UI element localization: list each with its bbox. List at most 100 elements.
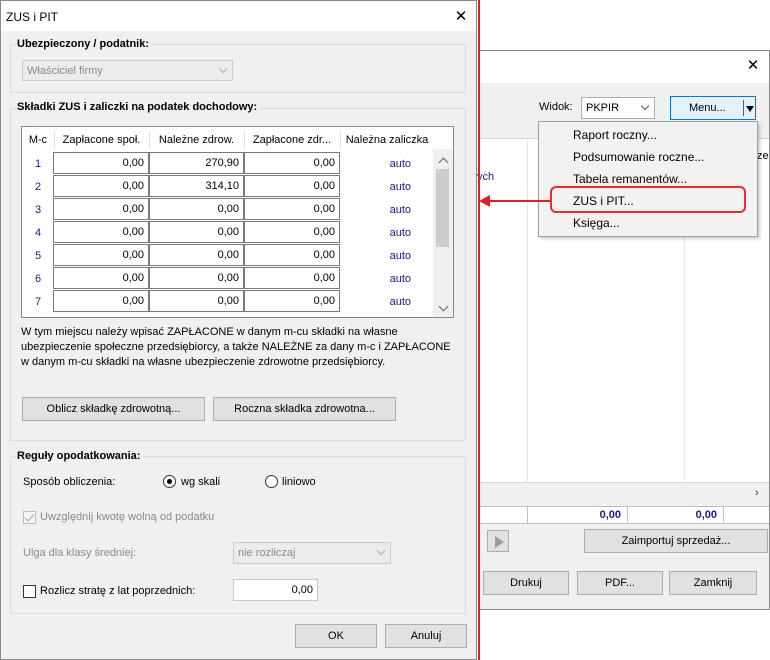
paid-social-cell[interactable]: 0,00	[53, 152, 149, 174]
import-sales-button[interactable]: Zaimportuj sprzedaż...	[584, 529, 768, 553]
row-month: 7	[34, 296, 42, 308]
background-window-titlebar	[479, 51, 769, 83]
paid-health-cell[interactable]: 0,00	[244, 198, 340, 220]
info-line: W tym miejscu należy wpisać ZAPŁACONE w …	[21, 326, 398, 338]
dialog-close-icon[interactable]: ✕	[449, 6, 473, 28]
due-health-cell[interactable]: 0,00	[149, 198, 244, 220]
paid-social-cell[interactable]: 0,00	[53, 198, 149, 220]
paid-social-cell[interactable]: 0,00	[53, 290, 149, 312]
relief-select: nie rozliczaj	[233, 542, 391, 564]
free-amount-checkbox	[23, 511, 36, 524]
insured-group-title: Ubezpieczony / podatnik:	[17, 38, 153, 50]
column-header-due-health: Należne zdrow.	[158, 134, 235, 146]
dropdown-arrow-icon[interactable]	[746, 106, 754, 112]
advance-cell[interactable]: auto	[331, 181, 411, 193]
ledger-column-line	[527, 138, 528, 483]
paid-social-cell[interactable]: 0,00	[53, 175, 149, 197]
print-button[interactable]: Drukuj	[483, 571, 569, 595]
advance-cell[interactable]: auto	[331, 273, 411, 285]
due-health-cell[interactable]: 0,00	[149, 221, 244, 243]
relief-label: Ulga dla klasy średniej:	[23, 547, 137, 559]
sums-separator	[723, 507, 724, 523]
paid-health-cell[interactable]: 0,00	[244, 221, 340, 243]
sums-separator	[527, 507, 528, 523]
advance-cell[interactable]: auto	[331, 227, 411, 239]
background-close-icon[interactable]: ✕	[741, 55, 765, 77]
info-line: w danym m-cu składki na własne ubezpiecz…	[21, 356, 386, 368]
view-label: Widok:	[539, 101, 573, 113]
due-health-cell[interactable]: 314,10	[149, 175, 244, 197]
menu-button-label: Menu...	[689, 102, 726, 114]
column-header-month: M-c	[28, 134, 48, 146]
calculate-health-button[interactable]: Oblicz składkę zdrowotną...	[22, 397, 205, 421]
insured-select: Właściciel firmy	[22, 60, 233, 81]
row-month: 5	[34, 250, 42, 262]
ok-button[interactable]: OK	[295, 624, 377, 648]
due-health-cell[interactable]: 0,00	[149, 290, 244, 312]
row-month: 2	[34, 181, 42, 193]
radio-linear[interactable]	[265, 475, 278, 488]
radio-linear-label[interactable]: liniowo	[282, 476, 316, 488]
play-icon[interactable]	[487, 530, 509, 552]
due-health-cell[interactable]: 0,00	[149, 244, 244, 266]
dropdown-menu: Raport roczny... Podsumowanie roczne... …	[538, 121, 758, 237]
view-select-value: PKPIR	[586, 102, 620, 114]
menu-item-annual-report[interactable]: Raport roczny...	[573, 128, 657, 142]
loss-amount-input[interactable]: 0,00	[233, 579, 318, 601]
pdf-button[interactable]: PDF...	[577, 571, 663, 595]
advance-cell[interactable]: auto	[331, 296, 411, 308]
chevron-down-icon	[376, 546, 386, 556]
paid-health-cell[interactable]: 0,00	[244, 175, 340, 197]
paid-health-cell[interactable]: 0,00	[244, 152, 340, 174]
column-header-advance: Należna zaliczka	[345, 134, 429, 146]
radio-scale-label[interactable]: wg skali	[181, 476, 220, 488]
column-header-paid-social: Zapłacone społ.	[62, 134, 141, 146]
close-button[interactable]: Zamknij	[669, 571, 757, 595]
row-month: 4	[34, 227, 42, 239]
paid-health-cell[interactable]: 0,00	[244, 244, 340, 266]
insured-select-value: Właściciel firmy	[27, 64, 103, 77]
row-month: 1	[34, 158, 42, 170]
cancel-button[interactable]: Anuluj	[385, 624, 467, 648]
annotation-arrow-line	[488, 200, 550, 202]
info-text: W tym miejscu należy wpisać ZAPŁACONE w …	[21, 325, 461, 370]
row-month: 3	[34, 204, 42, 216]
advance-cell[interactable]: auto	[331, 204, 411, 216]
annotation-highlight-box	[550, 186, 746, 213]
scrollbar-thumb[interactable]	[436, 169, 449, 247]
paid-health-cell[interactable]: 0,00	[244, 290, 340, 312]
advance-cell[interactable]: auto	[331, 158, 411, 170]
due-health-cell[interactable]: 270,90	[149, 152, 244, 174]
annual-health-button[interactable]: Roczna składka zdrowotna...	[213, 397, 396, 421]
paid-health-cell[interactable]: 0,00	[244, 267, 340, 289]
sum-value: 0,00	[695, 509, 717, 521]
column-header-paid-health: Zapłacone zdr...	[252, 134, 332, 146]
dialog-titlebar	[1, 1, 476, 31]
due-health-cell[interactable]: 0,00	[149, 267, 244, 289]
menu-button[interactable]: Menu...	[670, 96, 756, 120]
split-divider	[743, 100, 744, 116]
method-label: Sposób obliczenia:	[23, 476, 116, 488]
sum-value: 0,00	[599, 509, 621, 521]
paid-social-cell[interactable]: 0,00	[53, 221, 149, 243]
annotation-arrow-icon	[479, 195, 490, 207]
free-amount-label: Uwzględnij kwotę wolną od podatku	[40, 511, 215, 523]
paid-social-cell[interactable]: 0,00	[53, 267, 149, 289]
menu-item-inventory-table[interactable]: Tabela remanentów...	[573, 172, 687, 186]
loss-checkbox[interactable]	[23, 585, 36, 598]
contributions-group-title: Składki ZUS i zaliczki na podatek dochod…	[17, 101, 261, 113]
ledger-partial-header: ze	[757, 150, 769, 162]
radio-scale[interactable]	[163, 475, 176, 488]
scroll-right-icon[interactable]: ›	[755, 487, 759, 499]
chevron-down-icon	[640, 101, 650, 111]
ledger-sums-row: 0,00 0,00	[479, 506, 769, 524]
relief-select-value: nie rozliczaj	[238, 547, 296, 559]
row-month: 6	[34, 273, 42, 285]
sums-separator	[627, 507, 628, 523]
loss-label: Rozlicz stratę z lat poprzednich:	[40, 585, 196, 597]
paid-social-cell[interactable]: 0,00	[53, 244, 149, 266]
view-select[interactable]: PKPIR	[581, 97, 655, 119]
menu-item-ledger[interactable]: Księga...	[573, 216, 620, 230]
menu-item-annual-summary[interactable]: Podsumowanie roczne...	[573, 150, 704, 164]
advance-cell[interactable]: auto	[331, 250, 411, 262]
